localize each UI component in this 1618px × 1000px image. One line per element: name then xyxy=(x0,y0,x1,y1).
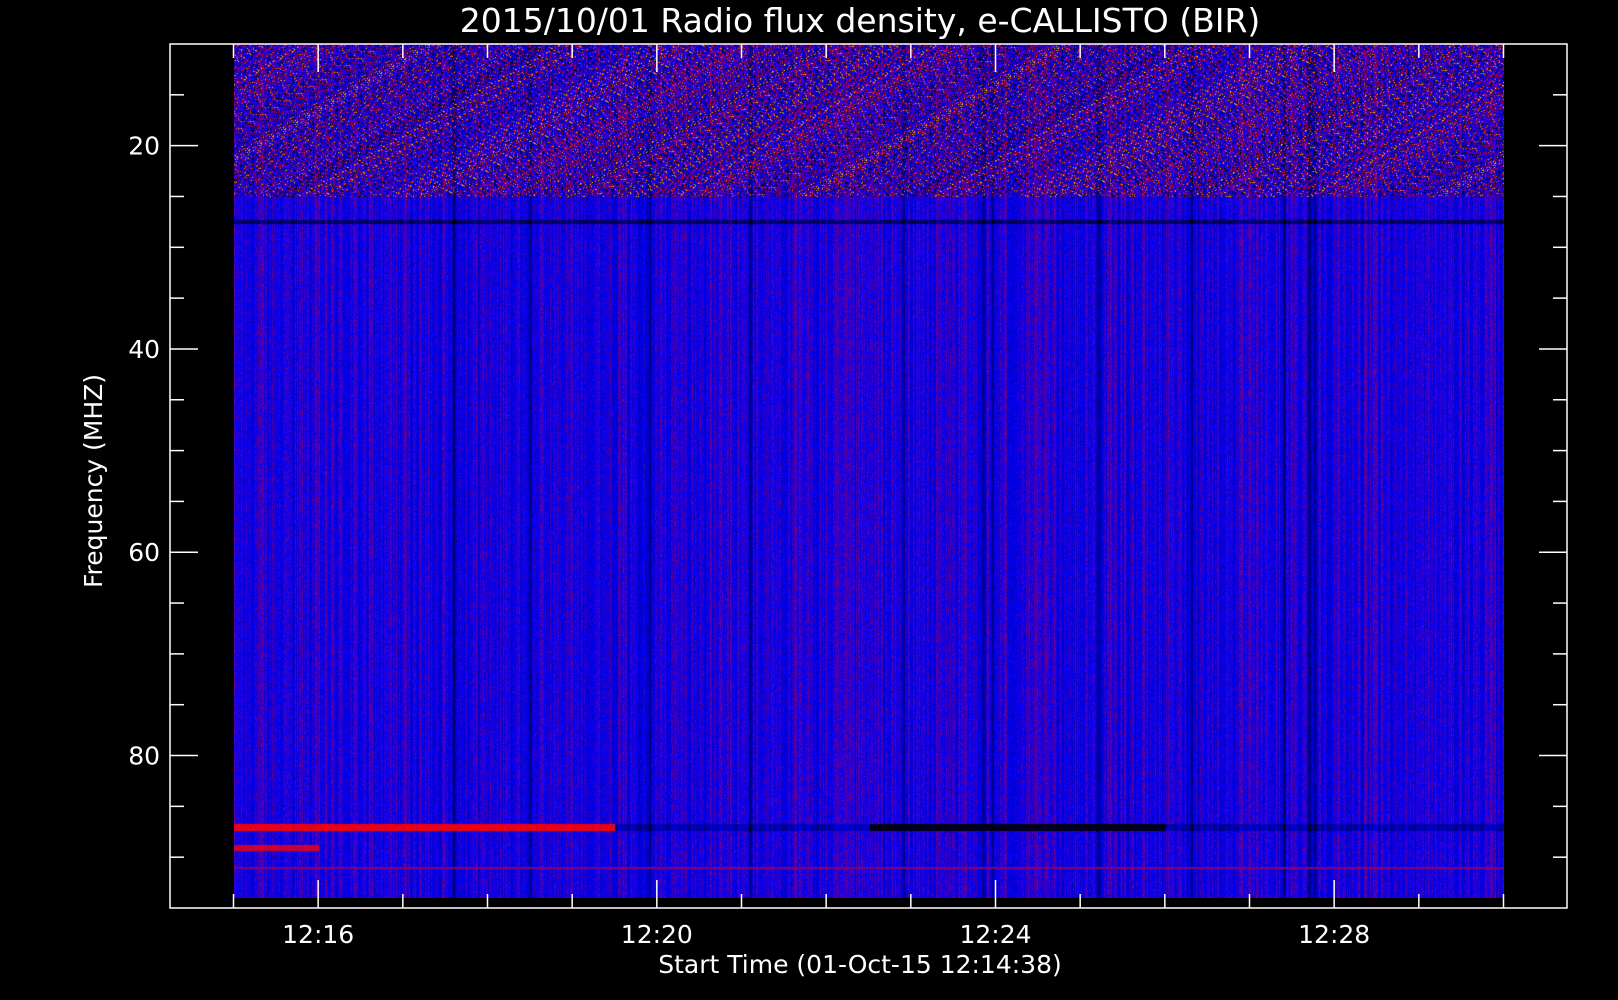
x-axis-label: Start Time (01-Oct-15 12:14:38) xyxy=(658,950,1061,979)
x-tick-label: 12:28 xyxy=(1298,920,1370,949)
spectrogram-heatmap xyxy=(233,44,1504,898)
spectrogram-canvas-holder xyxy=(233,44,1504,898)
x-tick-label: 12:16 xyxy=(282,920,354,949)
y-tick-label: 40 xyxy=(128,335,160,364)
y-tick-label: 80 xyxy=(128,742,160,771)
spectrogram-chart: 2015/10/01 Radio flux density, e-CALLIST… xyxy=(0,0,1618,1000)
spectrogram-canvas xyxy=(233,44,1504,898)
y-axis-label: Frequency (MHZ) xyxy=(79,374,108,588)
x-tick-label: 12:24 xyxy=(959,920,1031,949)
x-tick-label: 12:20 xyxy=(621,920,693,949)
y-tick-label: 20 xyxy=(128,132,160,161)
y-tick-label: 60 xyxy=(128,538,160,567)
chart-title: 2015/10/01 Radio flux density, e-CALLIST… xyxy=(460,1,1261,40)
